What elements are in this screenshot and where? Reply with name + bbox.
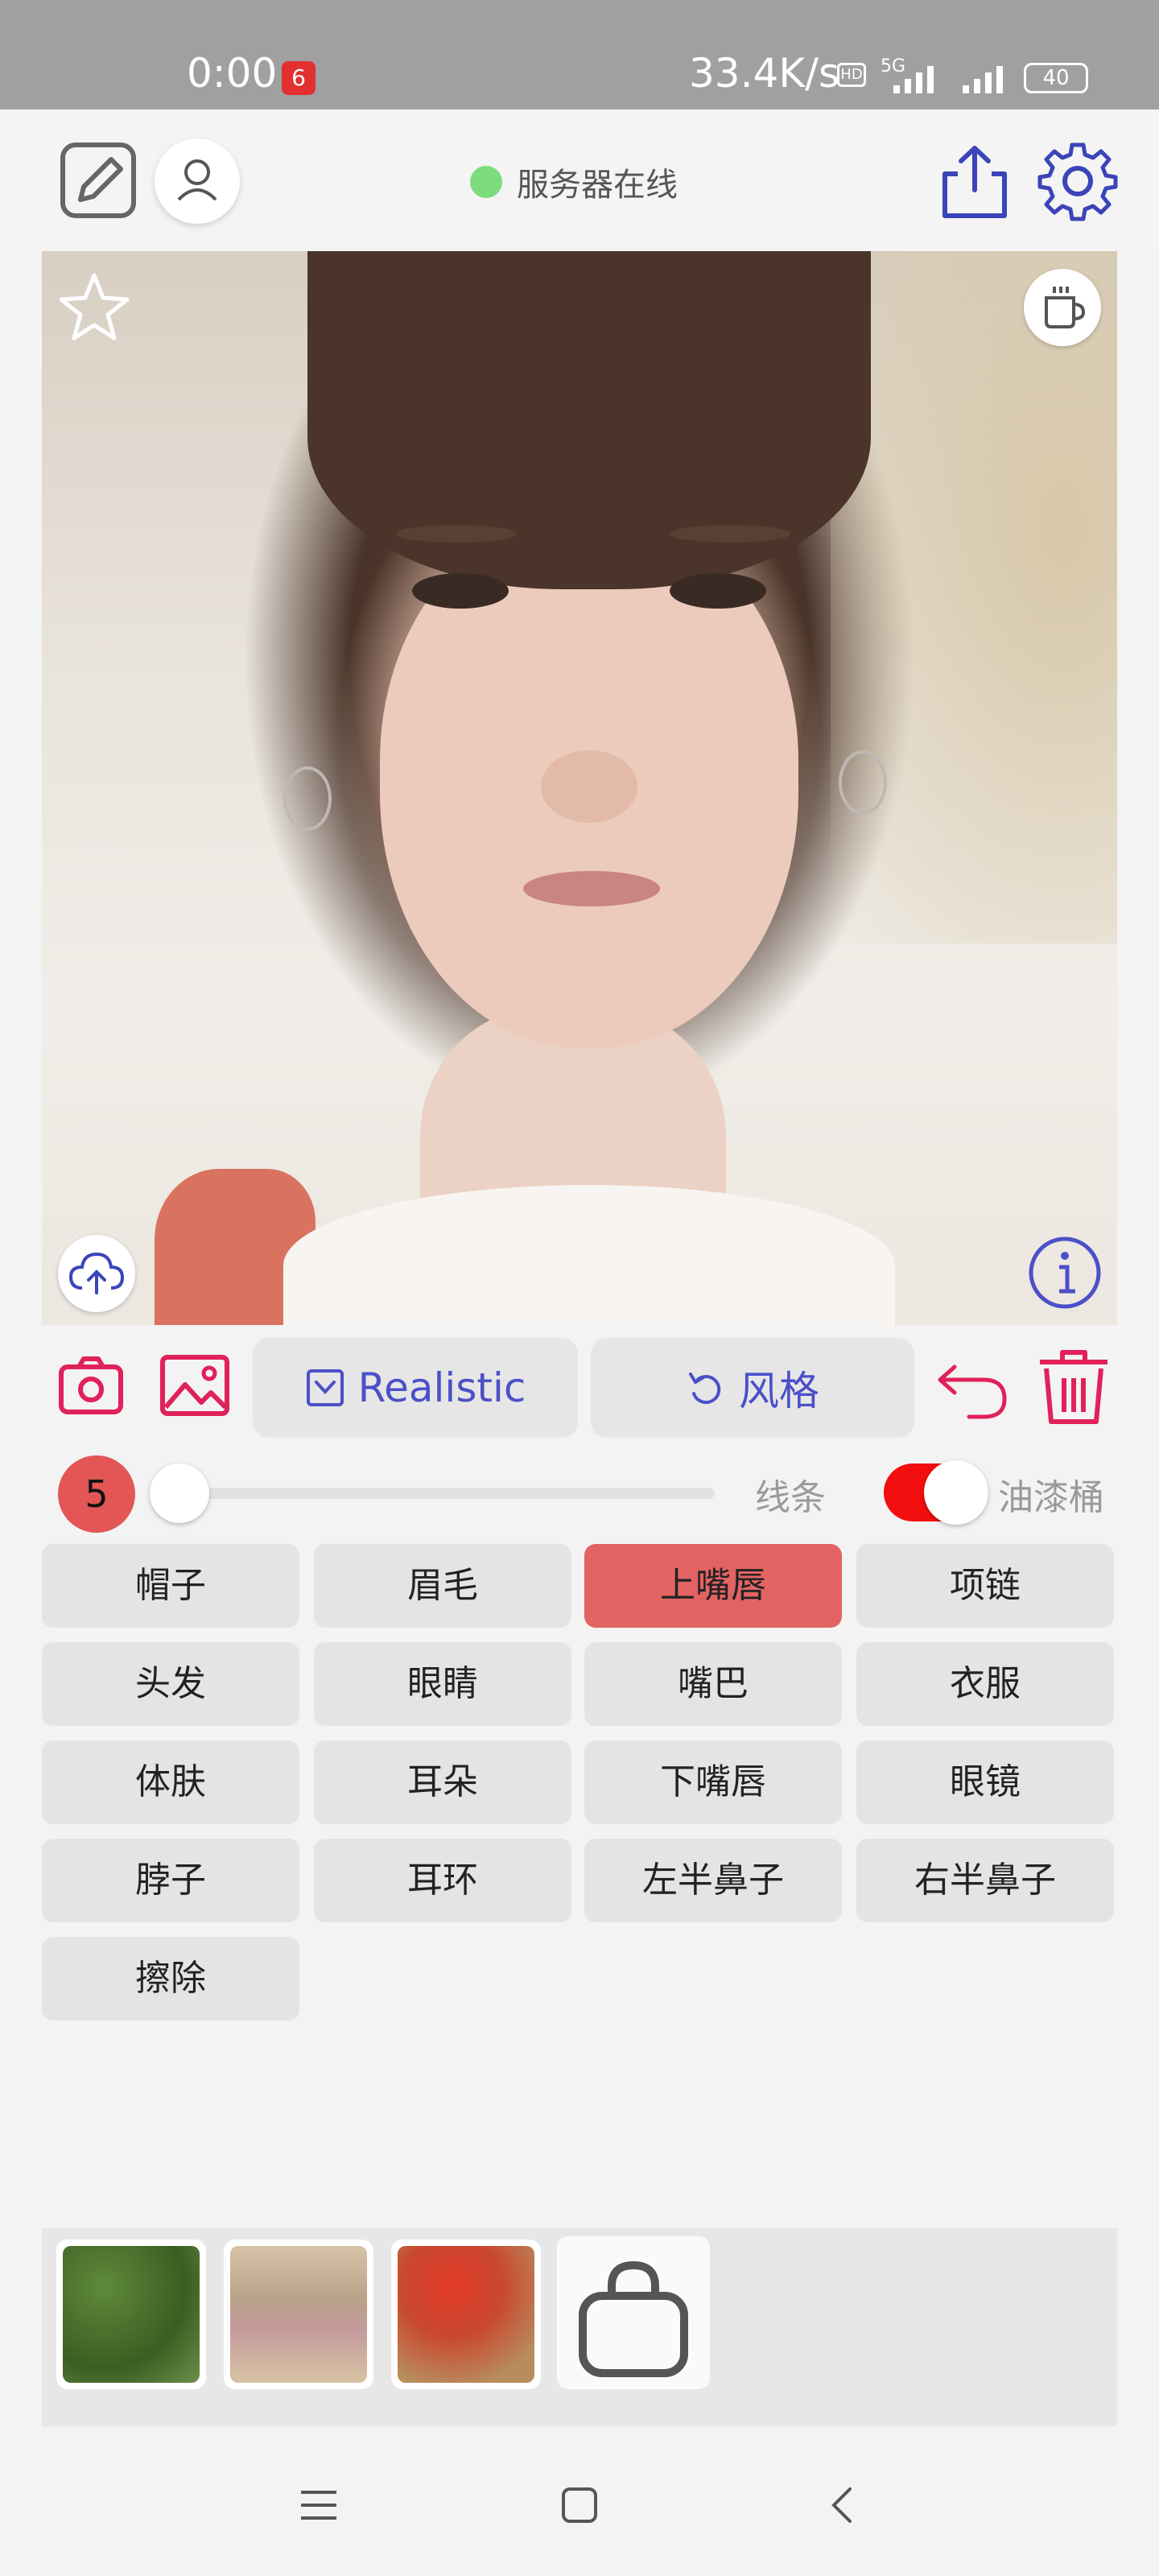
signal-icon-2 (963, 66, 1003, 93)
part-chip[interactable]: 嘴巴 (584, 1642, 842, 1726)
battery-icon: 40 (1024, 63, 1088, 93)
share-icon[interactable] (938, 142, 1011, 222)
shopping-bag-icon (579, 2260, 688, 2377)
brush-size-slider[interactable] (180, 1488, 715, 1499)
part-chip[interactable]: 右半鼻子 (856, 1839, 1114, 1922)
part-chip[interactable]: 眉毛 (314, 1544, 571, 1628)
edit-icon[interactable] (60, 142, 137, 219)
part-chip[interactable]: 脖子 (42, 1839, 299, 1922)
part-chip[interactable]: 项链 (856, 1544, 1114, 1628)
star-icon[interactable] (58, 270, 130, 343)
part-chip[interactable]: 眼镜 (856, 1740, 1114, 1824)
part-chip[interactable]: 耳环 (314, 1839, 571, 1922)
status-bar: 0:00 6 33.4K/s HD 5G 40 (0, 0, 1159, 109)
model-label: Realistic (357, 1364, 526, 1411)
gear-icon[interactable] (1037, 140, 1119, 222)
trash-icon[interactable] (1035, 1346, 1112, 1428)
part-chip[interactable]: 衣服 (856, 1642, 1114, 1726)
undo-icon[interactable] (934, 1349, 1011, 1422)
bucket-toggle[interactable] (884, 1460, 988, 1525)
menu-icon[interactable] (295, 2481, 343, 2529)
part-chip[interactable]: 体肤 (42, 1740, 299, 1824)
server-status-text: 服务器在线 (517, 167, 678, 204)
part-chip[interactable]: 头发 (42, 1642, 299, 1726)
info-icon[interactable] (1027, 1235, 1103, 1311)
back-icon[interactable] (819, 2481, 868, 2529)
style-thumbnail[interactable] (56, 2240, 206, 2389)
server-status: 服务器在线 (470, 159, 678, 204)
upper-lip-region (523, 871, 660, 906)
image-icon[interactable] (159, 1352, 230, 1418)
checkbox-icon (306, 1369, 344, 1406)
avatar-button[interactable] (155, 138, 240, 224)
status-time: 0:00 (187, 50, 278, 97)
signal-icon (893, 66, 934, 93)
app-notification-icon: 6 (282, 61, 316, 95)
bucket-mode-label: 油漆桶 (998, 1477, 1104, 1518)
style-thumbnail[interactable] (224, 2240, 373, 2389)
user-icon (177, 159, 217, 201)
part-chip[interactable]: 下嘴唇 (584, 1740, 842, 1824)
upload-button[interactable] (58, 1235, 135, 1312)
part-chip[interactable]: 擦除 (42, 1937, 299, 2021)
part-chip[interactable]: 眼睛 (314, 1642, 571, 1726)
coffee-icon (1045, 287, 1086, 328)
part-chip[interactable]: 左半鼻子 (584, 1839, 842, 1922)
photo-canvas[interactable] (42, 251, 1117, 1325)
cloud-upload-icon (68, 1252, 125, 1294)
camera-icon[interactable] (58, 1352, 124, 1418)
part-chip[interactable]: 耳朵 (314, 1740, 571, 1824)
part-chip[interactable]: 帽子 (42, 1544, 299, 1628)
home-icon[interactable] (555, 2481, 604, 2529)
line-mode-label: 线条 (755, 1477, 826, 1518)
hd-badge: HD (837, 63, 866, 87)
style-button[interactable]: 风格 (591, 1338, 914, 1438)
coffee-button[interactable] (1024, 269, 1101, 346)
refresh-icon (689, 1373, 721, 1405)
shop-button[interactable] (557, 2236, 710, 2389)
part-chip[interactable]: 上嘴唇 (584, 1544, 842, 1628)
server-status-dot (470, 166, 502, 198)
brush-size-badge: 5 (58, 1455, 135, 1533)
network-speed: 33.4K/s (689, 50, 840, 97)
model-select-button[interactable]: Realistic (253, 1338, 578, 1438)
style-thumbnail[interactable] (391, 2240, 541, 2389)
slider-thumb[interactable] (150, 1463, 209, 1523)
style-label: 风格 (739, 1368, 819, 1414)
